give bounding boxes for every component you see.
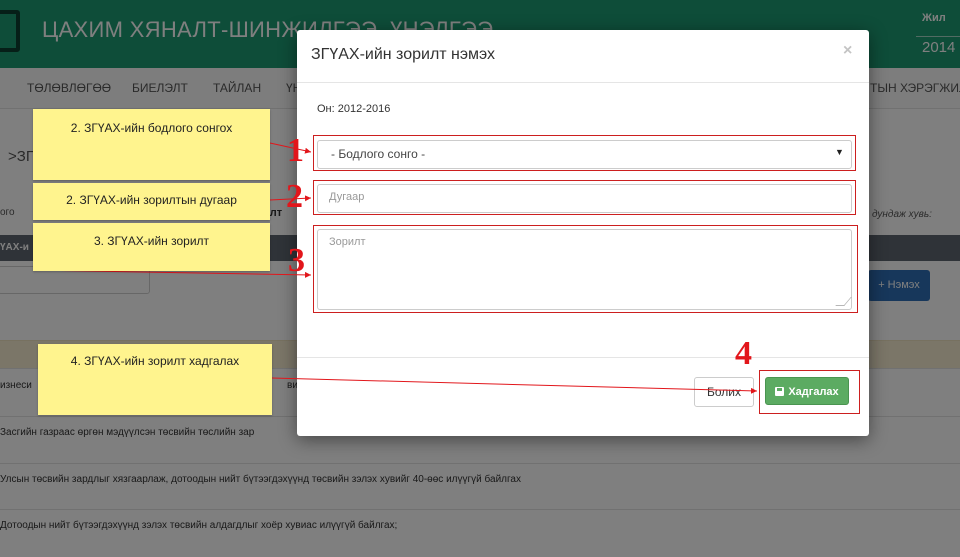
note-save-goal: 4. ЗГҮАХ-ийн зорилт хадгалах [38,344,272,415]
note-goal-number: 2. ЗГҮАХ-ийн зорилтын дугаар [33,183,270,220]
step-number-4: 4 [735,335,752,372]
step-number-2: 2 [286,178,303,215]
step-number-3: 3 [288,242,305,279]
note-goal: 3. ЗГҮАХ-ийн зорилт [33,223,270,271]
highlight-save-button [759,370,860,414]
arrow-4 [271,377,758,394]
highlight-goal-textarea [313,225,858,313]
note-select-policy: 2. ЗГҮАХ-ийн бодлого сонгох [33,109,270,180]
highlight-number-input [313,180,856,215]
highlight-policy-select [313,135,856,171]
step-number-1: 1 [287,132,304,169]
